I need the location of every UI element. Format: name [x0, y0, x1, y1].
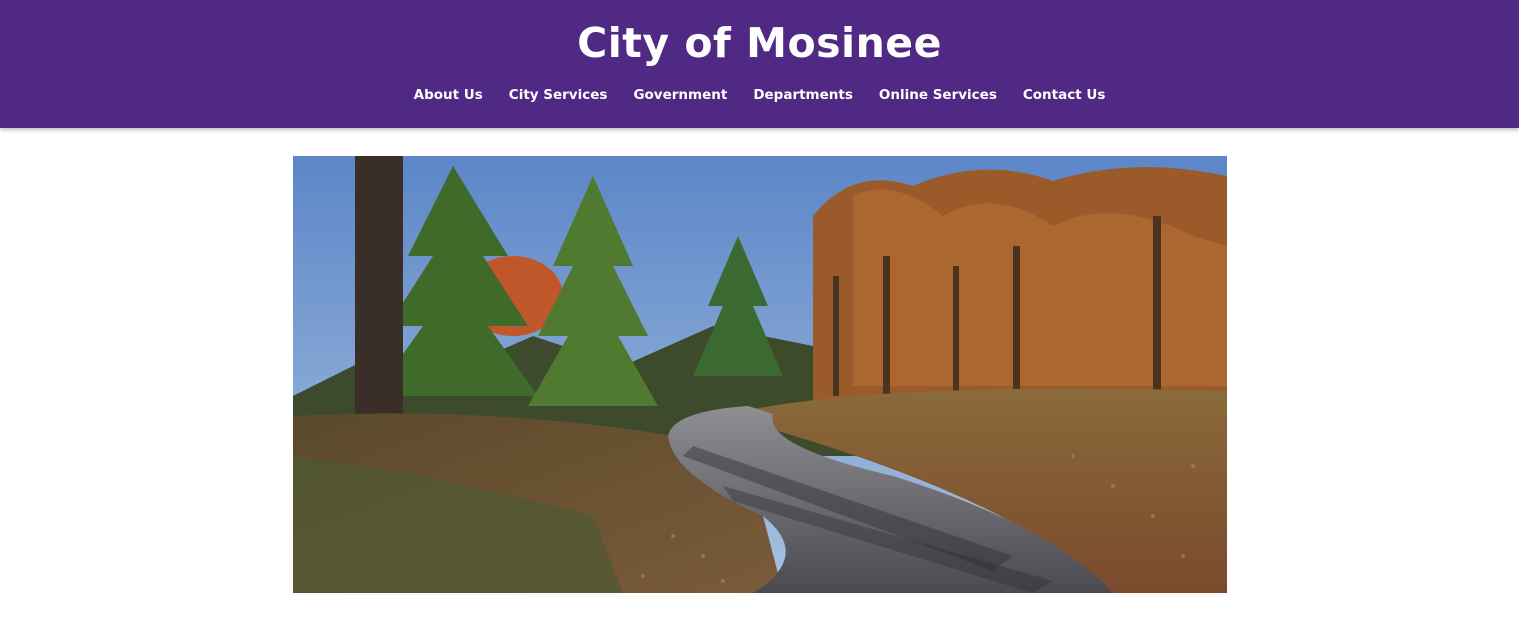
nav-item-contact-us[interactable]: Contact Us — [1023, 84, 1106, 106]
site-header: City of Mosinee About Us City Services G… — [0, 0, 1519, 128]
nav-item-departments[interactable]: Departments — [753, 84, 853, 106]
nav-item-city-services[interactable]: City Services — [509, 84, 608, 106]
nav-item-government[interactable]: Government — [633, 84, 727, 106]
main-nav: About Us City Services Government Depart… — [0, 84, 1519, 106]
nav-item-online-services[interactable]: Online Services — [879, 84, 997, 106]
nav-item-about-us[interactable]: About Us — [414, 84, 483, 106]
hero-image — [293, 156, 1227, 593]
site-title[interactable]: City of Mosinee — [0, 18, 1519, 68]
autumn-trail-photo — [293, 156, 1227, 593]
